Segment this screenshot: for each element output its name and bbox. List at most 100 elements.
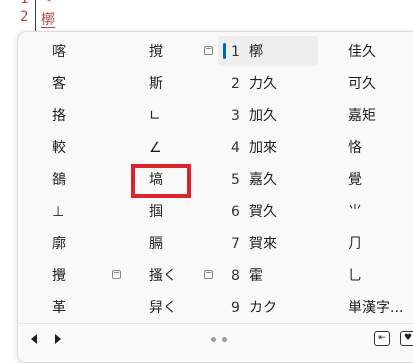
candidate-col1-4[interactable]: 較 xyxy=(52,132,112,164)
candidate-text: 掴 xyxy=(149,204,163,220)
candidate-text: ∟ xyxy=(149,108,161,124)
candidate-col1-6[interactable]: ⊥ xyxy=(52,196,112,228)
candidate-col1-1[interactable]: 喀 xyxy=(52,36,112,68)
candidate-text: ⺆ xyxy=(348,236,362,252)
candidate-text: 力久 xyxy=(249,76,277,92)
next-page-icon[interactable] xyxy=(55,334,61,344)
code-line-1[interactable]: < xyxy=(40,0,52,6)
editor[interactable]: 1 2 < 槨 xyxy=(0,0,413,34)
candidate-text: 搔く xyxy=(149,268,177,284)
expand-panel-button[interactable]: ⇤ xyxy=(374,331,390,346)
annotation-highlight-box xyxy=(131,164,191,198)
candidate-col3-2[interactable]: 2 力久 xyxy=(231,68,331,100)
candidate-text: 膈 xyxy=(149,236,163,252)
candidate-text: 覺 xyxy=(348,172,362,188)
candidate-text: 舁く xyxy=(149,300,177,316)
candidate-number: 6 xyxy=(231,204,240,220)
candidate-number: 7 xyxy=(231,236,240,252)
candidate-text: 佳久 xyxy=(348,44,376,60)
candidate-col3-5[interactable]: 5 嘉久 xyxy=(231,164,331,196)
candidate-col3-8[interactable]: 8霍 xyxy=(231,260,331,292)
candidate-col4-8[interactable]: ⺃ xyxy=(348,260,413,292)
previous-page-icon[interactable] xyxy=(31,334,37,344)
candidate-col2-8[interactable]: 搔く xyxy=(149,260,215,292)
candidate-text: 単漢字... xyxy=(348,300,404,316)
candidate-col3-7[interactable]: 7 賀來 xyxy=(231,228,331,260)
candidate-text: カク xyxy=(249,300,277,316)
ime-candidate-panel: 喀客挌較鵅 ⊥ 廓攪革撹斯 ∟ ∠ 塙掴膈搔く 舁く 1 槨 2 力久 3 加久 4 加來 5 嘉久 6 賀久 7 賀來… xyxy=(17,31,413,363)
candidate-col4-9[interactable]: 単漢字... xyxy=(348,292,413,324)
candidate-text: 賀久 xyxy=(249,204,277,220)
candidate-number: 3 xyxy=(231,108,240,124)
candidate-col4-3[interactable]: 嘉矩 xyxy=(348,100,413,132)
candidate-col3-6[interactable]: 6 賀久 xyxy=(231,196,331,228)
candidate-text: ⺃ xyxy=(348,268,362,284)
gutter-divider xyxy=(35,0,36,34)
candidate-text: 較 xyxy=(52,140,66,156)
candidate-number: 9 xyxy=(231,300,240,316)
line-number-1: 1 xyxy=(20,0,32,7)
candidate-text: ∠ xyxy=(149,140,162,156)
candidate-text: 斯 xyxy=(149,76,163,92)
candidate-col1-7[interactable]: 廓 xyxy=(52,228,112,260)
candidate-text: 革 xyxy=(52,300,66,316)
candidate-text: 鵅 xyxy=(52,172,66,188)
variant-icon xyxy=(204,46,213,55)
variant-icon xyxy=(204,270,213,279)
candidate-col1-3[interactable]: 挌 xyxy=(52,100,112,132)
candidate-text: ⺌ xyxy=(348,204,362,220)
candidate-text: 槨 xyxy=(249,44,263,60)
candidate-number: 5 xyxy=(231,172,240,188)
candidate-col1-2[interactable]: 客 xyxy=(52,68,112,100)
candidate-col3-3[interactable]: 3 加久 xyxy=(231,100,331,132)
candidate-col1-9[interactable]: 革 xyxy=(52,292,112,324)
candidate-number: 1 xyxy=(231,44,240,60)
candidate-text: 賀來 xyxy=(249,236,277,252)
candidate-col4-1[interactable]: 佳久 xyxy=(348,36,413,68)
candidate-number: 8 xyxy=(231,268,240,284)
candidate-text: 客 xyxy=(52,76,66,92)
candidate-col2-3[interactable]: ∟ xyxy=(149,100,215,132)
candidate-text: 喀 xyxy=(52,44,66,60)
candidate-text: 撹 xyxy=(149,44,163,60)
candidate-col3-1[interactable]: 1槨 xyxy=(231,36,331,68)
candidate-text: 嘉矩 xyxy=(348,108,376,124)
candidate-text: 嘉久 xyxy=(249,172,277,188)
candidate-text: ⊥ xyxy=(52,204,65,220)
candidate-text: 霍 xyxy=(249,268,263,284)
candidate-text: 廓 xyxy=(52,236,66,252)
candidate-text: 恪 xyxy=(348,140,362,156)
candidate-col4-7[interactable]: ⺆ xyxy=(348,228,413,260)
candidate-col2-2[interactable]: 斯 xyxy=(149,68,215,100)
candidate-text: 加久 xyxy=(249,108,277,124)
candidate-col4-5[interactable]: 覺 xyxy=(348,164,413,196)
line-gutter: 1 2 xyxy=(0,0,34,34)
candidate-col1-8[interactable]: 攪 xyxy=(52,260,121,292)
variant-icon xyxy=(112,270,121,279)
candidate-grid: 喀客挌較鵅 ⊥ 廓攪革撹斯 ∟ ∠ 塙掴膈搔く 舁く 1 槨 2 力久 3 加久 4 加來 5 嘉久 6 賀久 7 賀來… xyxy=(18,36,413,324)
candidate-col2-4[interactable]: ∠ xyxy=(149,132,215,164)
candidate-number: 2 xyxy=(231,76,240,92)
candidate-col4-4[interactable]: 恪 xyxy=(348,132,413,164)
candidate-text: 挌 xyxy=(52,108,66,124)
candidate-col2-7[interactable]: 膈 xyxy=(149,228,215,260)
candidate-number: 4 xyxy=(231,140,240,156)
footer-divider xyxy=(18,323,413,324)
code-line-2-composition[interactable]: 槨 xyxy=(41,9,55,29)
candidate-text: 攪 xyxy=(52,268,66,284)
heart-button[interactable]: ♥ xyxy=(400,331,413,346)
page-dot xyxy=(211,337,216,342)
candidate-col3-4[interactable]: 4 加來 xyxy=(231,132,331,164)
candidate-text: 加來 xyxy=(249,140,277,156)
page-indicator xyxy=(211,337,231,343)
line-number-2: 2 xyxy=(20,9,29,25)
candidate-col2-6[interactable]: 掴 xyxy=(149,196,215,228)
candidate-col1-5[interactable]: 鵅 xyxy=(52,164,112,196)
candidate-col2-1[interactable]: 撹 xyxy=(149,36,215,68)
candidate-col3-9[interactable]: 9 カク xyxy=(231,292,331,324)
candidate-text: 可久 xyxy=(348,76,376,92)
candidate-col4-6[interactable]: ⺌ xyxy=(348,196,413,228)
candidate-col4-2[interactable]: 可久 xyxy=(348,68,413,100)
candidate-col2-9[interactable]: 舁く xyxy=(149,292,215,324)
page-dot xyxy=(222,337,227,342)
